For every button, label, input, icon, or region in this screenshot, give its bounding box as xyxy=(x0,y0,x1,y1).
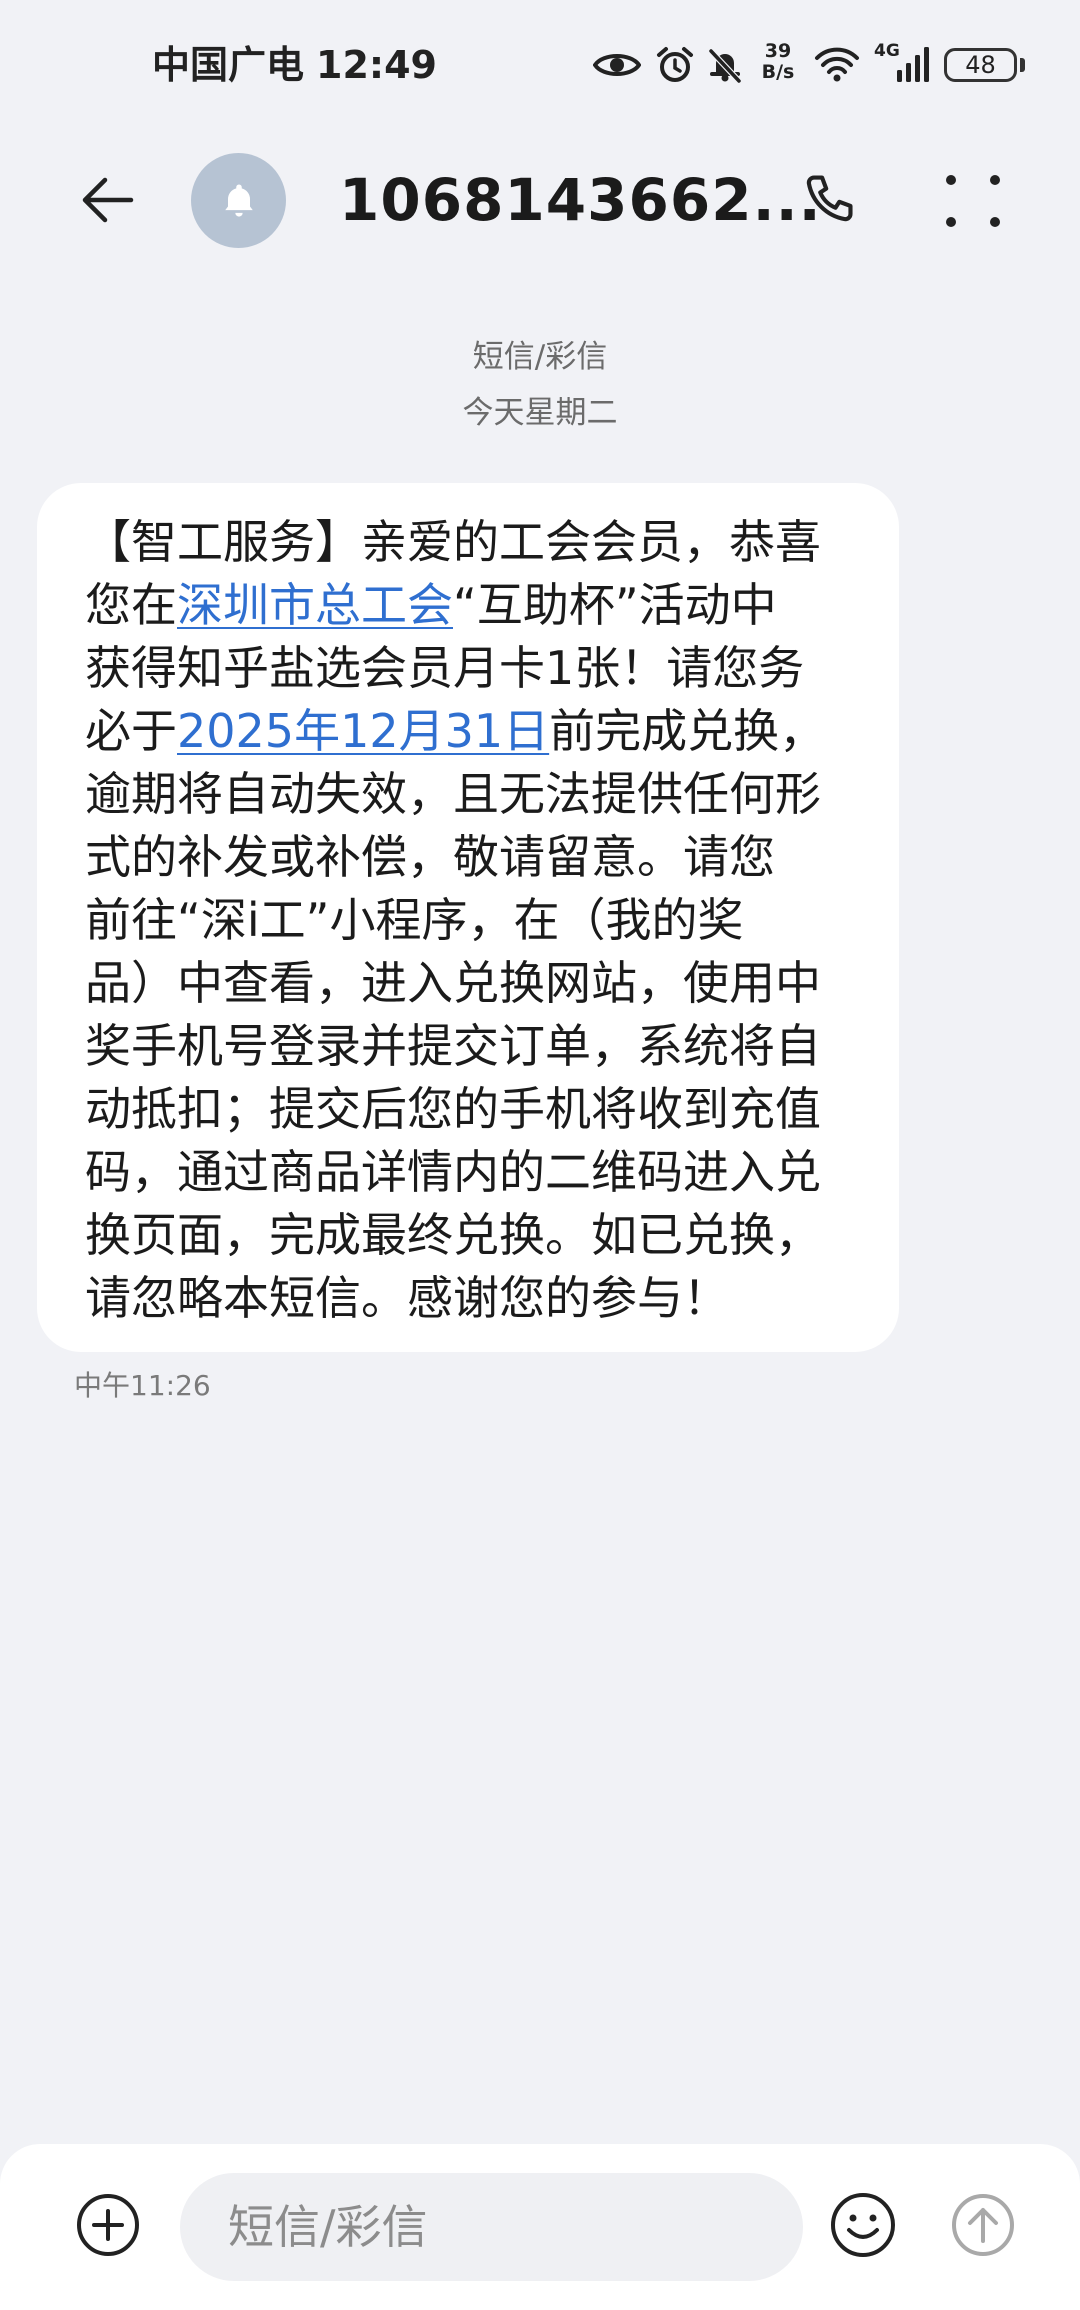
clock: 12:49 xyxy=(316,43,437,87)
signal-icon xyxy=(896,46,930,82)
message-text: 逾期将自动失效，且无法提供任何形 xyxy=(85,767,821,821)
emoji-button[interactable] xyxy=(830,2192,896,2258)
message-line: 逾期将自动失效，且无法提供任何形 xyxy=(85,763,879,826)
message-link-organization[interactable]: 深圳市总工会 xyxy=(177,578,453,632)
message-link-date[interactable]: 2025年12月31日 xyxy=(177,704,549,758)
message-line: 获得知乎盐选会员月卡1张！请您务 xyxy=(85,637,879,700)
carrier-name: 中国广电 xyxy=(152,43,305,87)
message-text: 式的补发或补偿，敬请留意。请您 xyxy=(85,830,775,884)
message-line: 换页面，完成最终兑换。如已兑换， xyxy=(85,1204,879,1267)
message-text: “互助杯”活动中 xyxy=(453,578,777,632)
message-text: 必于 xyxy=(85,704,177,758)
network-speed-unit: B/s xyxy=(761,61,795,83)
message-line: 品）中查看，进入兑换网站，使用中 xyxy=(85,952,879,1015)
message-line: 动抵扣；提交后您的手机将收到充值 xyxy=(85,1078,879,1141)
network-speed: 39 B/s xyxy=(756,41,800,83)
message-text: 前完成兑换， xyxy=(549,704,826,758)
message-bubble[interactable]: 【智工服务】亲爱的工会会员，恭喜 您在深圳市总工会“互助杯”活动中 获得知乎盐选… xyxy=(37,483,899,1352)
back-button[interactable] xyxy=(77,170,137,230)
message-text: 品）中查看，进入兑换网站，使用中 xyxy=(85,956,821,1010)
more-button[interactable] xyxy=(942,170,1004,232)
battery-icon: 48 xyxy=(944,48,1017,82)
message-line: 式的补发或补偿，敬请留意。请您 xyxy=(85,826,879,889)
message-text: 请忽略本短信。感谢您的参与！ xyxy=(85,1271,729,1325)
message-text: 码，通过商品详情内的二维码进入兑 xyxy=(85,1145,821,1199)
eye-comfort-icon xyxy=(593,50,641,80)
send-button[interactable] xyxy=(951,2193,1015,2257)
message-line: 【智工服务】亲爱的工会会员，恭喜 xyxy=(85,511,879,574)
message-text: 前往“深i工”小程序，在（我的奖 xyxy=(85,893,744,947)
avatar[interactable] xyxy=(191,153,286,248)
network-speed-value: 39 xyxy=(764,40,792,62)
status-bar-left: 中国广电 12:49 xyxy=(152,40,437,90)
contact-title[interactable]: 1068143662... xyxy=(339,165,822,235)
message-text: 【智工服务】亲爱的工会会员，恭喜 xyxy=(85,515,821,569)
message-text: 您在 xyxy=(85,578,177,632)
message-line: 必于2025年12月31日前完成兑换， xyxy=(85,700,879,763)
emoji-icon xyxy=(831,2193,895,2257)
message-text: 动抵扣；提交后您的手机将收到充值 xyxy=(85,1082,821,1136)
message-text: 获得知乎盐选会员月卡1张！请您务 xyxy=(85,641,805,695)
call-button[interactable] xyxy=(797,169,859,231)
bell-off-icon xyxy=(706,46,744,84)
channel-label: 短信/彩信 xyxy=(472,339,608,375)
message-text: 换页面，完成最终兑换。如已兑换， xyxy=(85,1208,821,1262)
wifi-icon xyxy=(814,46,860,82)
battery-level: 48 xyxy=(965,51,996,79)
message-timestamp: 中午11:26 xyxy=(74,1369,211,1402)
date-label: 今天星期二 xyxy=(462,395,618,431)
more-icon xyxy=(946,175,1000,227)
attach-button[interactable] xyxy=(76,2193,140,2257)
bell-icon xyxy=(224,184,253,217)
message-line: 请忽略本短信。感谢您的参与！ xyxy=(85,1267,879,1330)
alarm-icon xyxy=(655,45,695,85)
battery-nub xyxy=(1020,58,1025,72)
message-text: 奖手机号登录并提交订单，系统将自 xyxy=(85,1019,821,1073)
message-line: 前往“深i工”小程序，在（我的奖 xyxy=(85,889,879,952)
back-arrow-icon xyxy=(82,177,134,223)
message-line: 码，通过商品详情内的二维码进入兑 xyxy=(85,1141,879,1204)
phone-icon xyxy=(806,175,853,222)
message-line: 您在深圳市总工会“互助杯”活动中 xyxy=(85,574,879,637)
message-line: 奖手机号登录并提交订单，系统将自 xyxy=(85,1015,879,1078)
send-icon xyxy=(952,2194,1014,2256)
plus-circle-icon xyxy=(77,2194,139,2256)
message-input[interactable]: 短信/彩信 xyxy=(180,2173,803,2281)
